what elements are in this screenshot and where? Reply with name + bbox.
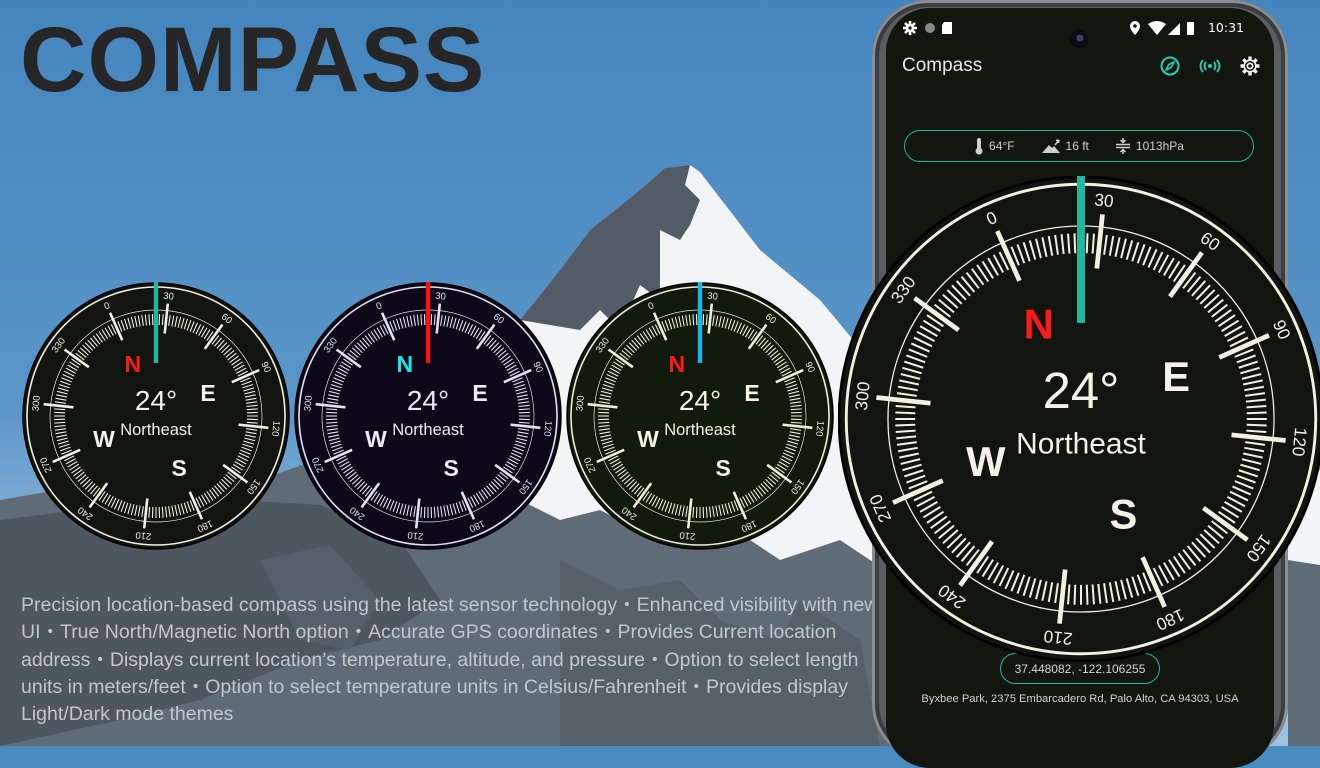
heading-degrees: 24° xyxy=(1043,362,1120,419)
dial-degree-label: 300 xyxy=(30,395,43,412)
dial-degree-label: 30 xyxy=(435,291,447,303)
cardinal-e: E xyxy=(472,380,487,406)
status-time: 10:31 xyxy=(1207,20,1244,35)
compass-preview-dark-green: 0306090120150180210240270300330NESW24°No… xyxy=(22,282,290,550)
promo-title: COMPASS xyxy=(20,9,486,111)
heading-direction: Northeast xyxy=(392,421,464,439)
sd-card-icon xyxy=(942,22,952,34)
dial-degree-label: 210 xyxy=(407,529,424,542)
front-camera xyxy=(1070,30,1088,48)
sensor-button[interactable] xyxy=(1196,52,1224,80)
heading-needle xyxy=(425,282,431,363)
location-address: Byxbee Park, 2375 Embarcadero Rd, Palo A… xyxy=(921,693,1239,705)
circle-icon xyxy=(925,23,935,33)
cardinal-n: N xyxy=(669,351,686,377)
dial-degree-label: 210 xyxy=(135,529,152,542)
altitude-icon xyxy=(1041,139,1060,153)
thermometer-icon xyxy=(975,138,983,155)
pressure-icon xyxy=(1115,138,1130,154)
heading-direction: Northeast xyxy=(120,421,192,439)
dial-degree-label: 30 xyxy=(707,291,719,303)
compass-preview-olive: 0306090120150180210240270300330NESW24°No… xyxy=(566,282,834,550)
heading-needle xyxy=(153,282,159,363)
dial-degree-label: 120 xyxy=(813,420,826,437)
dial-degree-label: 120 xyxy=(1288,427,1311,458)
cardinal-w: W xyxy=(637,426,659,452)
cardinal-s: S xyxy=(716,455,731,481)
cardinal-w: W xyxy=(93,426,115,452)
compass-mode-button[interactable] xyxy=(1156,52,1184,80)
cardinal-n: N xyxy=(1024,300,1054,347)
feature-description: Precision location-based compass using t… xyxy=(21,594,879,726)
dial-degree-label: 300 xyxy=(851,381,874,412)
cardinal-w: W xyxy=(365,426,387,452)
heading-direction: Northeast xyxy=(664,421,736,439)
dial-degree-label: 210 xyxy=(679,529,696,542)
cardinal-e: E xyxy=(744,380,759,406)
settings-button[interactable] xyxy=(1236,52,1264,80)
cardinal-s: S xyxy=(172,455,187,481)
signal-icon xyxy=(1168,23,1180,35)
main-compass-dial: 0306090120150180210240270300330NESW24°No… xyxy=(838,176,1320,662)
app-title: Compass xyxy=(902,55,983,76)
cardinal-e: E xyxy=(1162,353,1190,400)
dial-degree-label: 30 xyxy=(1093,189,1114,211)
heading-degrees: 24° xyxy=(679,385,721,416)
dial-degree-label: 210 xyxy=(1043,626,1074,649)
heading-direction: Northeast xyxy=(1016,427,1146,460)
dial-degree-label: 120 xyxy=(541,420,554,437)
settings-icon xyxy=(1240,56,1260,76)
settings-icon xyxy=(903,21,917,35)
cardinal-n: N xyxy=(125,351,142,377)
cardinal-w: W xyxy=(966,438,1006,485)
cardinal-e: E xyxy=(200,380,215,406)
cardinal-s: S xyxy=(444,455,459,481)
location-pin-icon xyxy=(1130,21,1140,35)
dial-degree-label: 30 xyxy=(163,291,175,303)
compass-preview-dark-purple: 0306090120150180210240270300330NESW24°No… xyxy=(294,282,562,550)
environment-panel: 64°F 16 ft 1013hPa xyxy=(904,130,1254,162)
dial-degree-label: 300 xyxy=(302,395,315,412)
heading-degrees: 24° xyxy=(135,385,177,416)
pressure-reading: 1013hPa xyxy=(1115,138,1184,154)
dial-degree-label: 300 xyxy=(574,395,587,412)
broadcast-icon xyxy=(1199,59,1221,73)
heading-needle xyxy=(1077,176,1085,323)
battery-icon xyxy=(1187,22,1194,35)
altitude-reading: 16 ft xyxy=(1041,138,1089,154)
wifi-icon xyxy=(1148,21,1166,35)
compass-icon xyxy=(1160,56,1180,76)
cardinal-n: N xyxy=(397,351,414,377)
heading-degrees: 24° xyxy=(407,385,449,416)
heading-needle xyxy=(697,282,703,363)
temperature-reading: 64°F xyxy=(974,137,1015,155)
dial-degree-label: 120 xyxy=(269,420,282,437)
cardinal-s: S xyxy=(1109,491,1137,538)
